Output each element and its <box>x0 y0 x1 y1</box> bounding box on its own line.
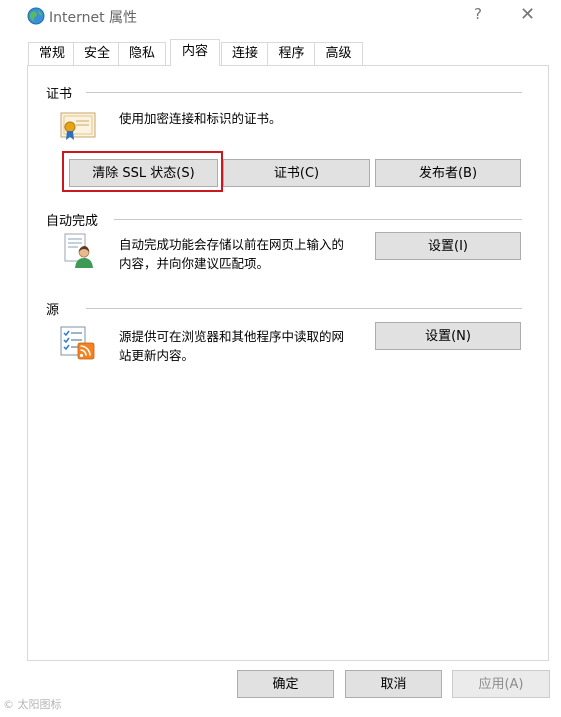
tab-general[interactable]: 常规 <box>28 42 76 65</box>
tab-connections[interactable]: 连接 <box>221 42 269 65</box>
feeds-description-line2: 站更新内容。 <box>119 348 195 363</box>
tab-content[interactable]: 内容 <box>170 39 220 66</box>
feeds-divider <box>86 308 522 309</box>
certificates-description: 使用加密连接和标识的证书。 <box>119 111 282 126</box>
internet-globe-icon <box>27 7 45 25</box>
tab-programs[interactable]: 程序 <box>267 42 316 65</box>
content-tab-panel: 证书 使用加密连接和标识的证书。 清除 SSL 状态(S) 证书(C) 发布者(… <box>27 65 549 661</box>
autocomplete-divider <box>114 219 522 220</box>
tab-security[interactable]: 安全 <box>73 42 121 65</box>
autocomplete-settings-button[interactable]: 设置(I) <box>375 232 521 260</box>
certificate-icon <box>60 112 96 140</box>
publishers-button[interactable]: 发布者(B) <box>375 159 521 187</box>
certificates-group-label: 证书 <box>46 87 73 102</box>
clear-ssl-highlight-box <box>62 151 223 192</box>
tab-privacy[interactable]: 隐私 <box>118 42 166 65</box>
certificates-divider <box>86 92 522 93</box>
autocomplete-group-label: 自动完成 <box>46 214 99 229</box>
title-bar[interactable]: Internet 属性 ? ✕ <box>16 0 555 32</box>
autocomplete-icon <box>64 233 93 268</box>
tab-advanced[interactable]: 高级 <box>314 42 363 65</box>
feed-icon <box>60 326 95 360</box>
ok-button[interactable]: 确定 <box>237 670 334 698</box>
watermark-text: © 太阳图标 <box>3 698 62 711</box>
cancel-button[interactable]: 取消 <box>345 670 442 698</box>
close-button[interactable]: ✕ <box>520 4 535 25</box>
certificates-button[interactable]: 证书(C) <box>223 159 370 187</box>
feeds-settings-button[interactable]: 设置(N) <box>375 322 521 350</box>
feeds-description-line1: 源提供可在浏览器和其他程序中读取的网 <box>119 329 345 344</box>
feeds-group-label: 源 <box>46 303 60 318</box>
window-title: Internet 属性 <box>49 10 138 26</box>
autocomplete-description-line2: 内容，并向你建议匹配项。 <box>119 256 270 271</box>
apply-button[interactable]: 应用(A) <box>452 670 550 698</box>
help-button[interactable]: ? <box>474 5 482 23</box>
internet-properties-dialog: Internet 属性 ? ✕ 常规 安全 隐私 内容 连接 程序 高级 证书 … <box>16 0 555 707</box>
autocomplete-description-line1: 自动完成功能会存储以前在网页上输入的 <box>119 237 345 252</box>
